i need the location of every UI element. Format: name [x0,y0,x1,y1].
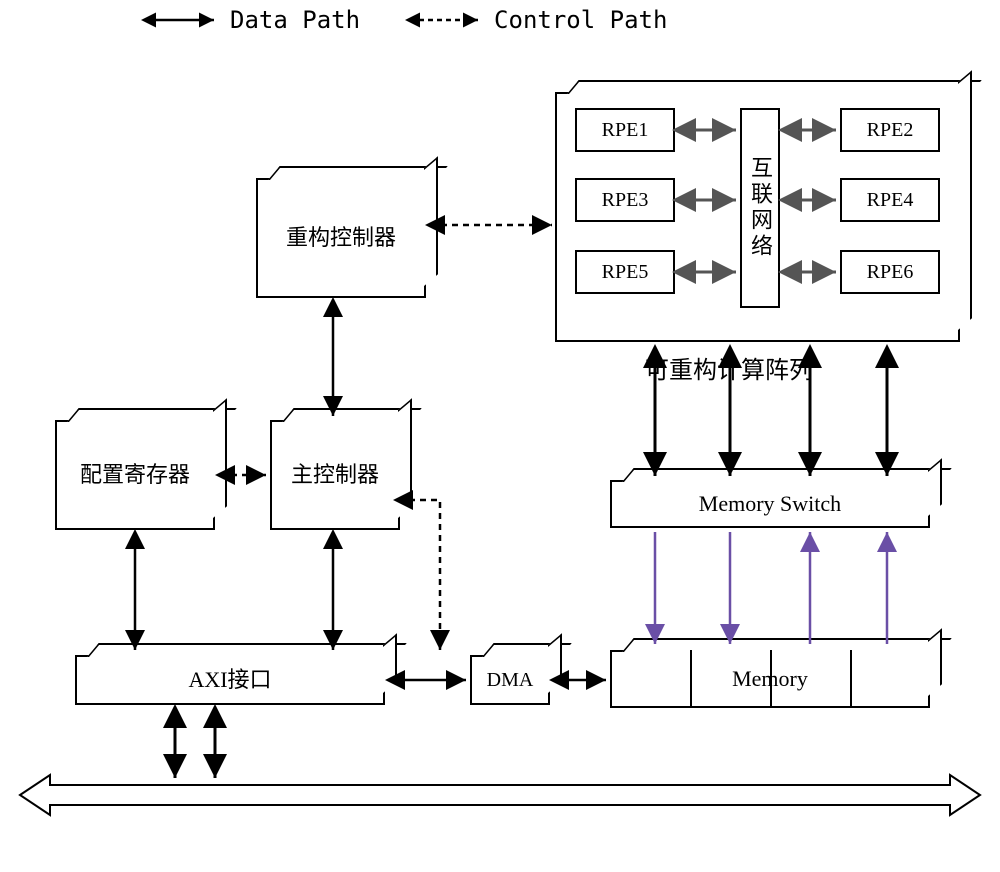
rpe6-block: RPE6 [840,250,940,294]
rpe1-block: RPE1 [575,108,675,152]
rpe2-block: RPE2 [840,108,940,152]
diagram-canvas: Data Path Control Path 重构控制器 配置寄存器 主控制器 … [0,0,1000,872]
reconfig-controller-block: 重构控制器 [256,178,426,298]
reconfig-controller-label: 重构控制器 [286,224,396,253]
dma-block: DMA [470,655,550,705]
memory-divider-2 [770,650,772,708]
rpe5-block: RPE5 [575,250,675,294]
rpe4-block: RPE4 [840,178,940,222]
main-controller-block: 主控制器 [270,420,400,530]
rpe3-block: RPE3 [575,178,675,222]
axi-interface-label: AXI接口 [188,666,271,695]
interconnect-label: 互联网络 [744,156,776,260]
main-controller-label: 主控制器 [291,461,379,490]
legend-control-label: Control Path [494,6,667,34]
memory-switch-block: Memory Switch [610,480,930,528]
legend-data-label: Data Path [230,6,360,34]
rpe1-label: RPE1 [602,119,649,142]
memory-divider-1 [690,650,692,708]
config-register-block: 配置寄存器 [55,420,215,530]
legend-control-arrow-icon [404,10,484,30]
rpe4-label: RPE4 [867,189,914,212]
rpe6-label: RPE6 [867,261,914,284]
legend: Data Path Control Path [140,6,667,34]
rpe5-label: RPE5 [602,261,649,284]
config-register-label: 配置寄存器 [80,461,190,490]
memory-divider-3 [850,650,852,708]
interconnect-block: 互联网络 [740,108,780,308]
legend-data-arrow-icon [140,10,220,30]
reconfig-array-label: 可重构计算阵列 [645,350,813,385]
axi-interface-block: AXI接口 [75,655,385,705]
rpe2-label: RPE2 [867,119,914,142]
axi-bus-label: AXI [480,782,519,808]
rpe3-label: RPE3 [602,189,649,212]
dma-label: DMA [487,667,534,693]
memory-switch-label: Memory Switch [699,490,841,519]
